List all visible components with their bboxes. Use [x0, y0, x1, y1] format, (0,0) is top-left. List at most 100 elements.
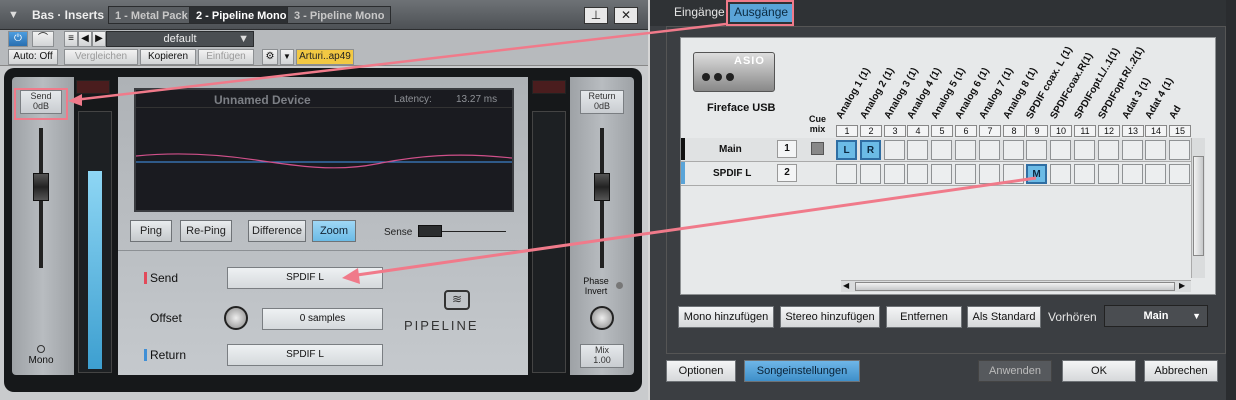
clip-indicator-send: [76, 80, 110, 94]
routing-cell[interactable]: [1003, 164, 1024, 184]
return-fader-handle[interactable]: [594, 173, 610, 201]
routing-cell[interactable]: [1145, 164, 1166, 184]
next-preset-icon[interactable]: ▶: [92, 31, 106, 47]
window-edge: [1226, 0, 1236, 400]
routing-cell[interactable]: [979, 164, 1000, 184]
routing-cell[interactable]: [931, 140, 952, 160]
song-settings-button[interactable]: Songeinstellungen: [744, 360, 860, 382]
reping-button[interactable]: Re-Ping: [180, 220, 232, 242]
routing-cell[interactable]: [1169, 140, 1190, 160]
remove-button[interactable]: Entfernen: [886, 306, 962, 328]
copy-button[interactable]: Kopieren: [140, 49, 196, 65]
column-number-12: 12: [1098, 125, 1120, 137]
sense-slider-track[interactable]: [442, 231, 506, 232]
bypass-icon[interactable]: ⌒: [32, 31, 54, 47]
list-icon[interactable]: ≡: [64, 31, 78, 47]
tab-pipeline-mono-3[interactable]: 3 - Pipeline Mono: [287, 6, 392, 24]
cancel-button[interactable]: Abbrechen: [1144, 360, 1218, 382]
routing-cell[interactable]: [979, 140, 1000, 160]
routing-cell[interactable]: R: [860, 140, 881, 160]
phase-invert-led[interactable]: [616, 282, 623, 289]
scroll-left-icon[interactable]: ◀: [843, 281, 849, 290]
set-default-button[interactable]: Als Standard: [967, 306, 1041, 328]
routing-cell[interactable]: [1098, 164, 1119, 184]
routing-cell[interactable]: [1026, 140, 1047, 160]
routing-cell[interactable]: M: [1026, 164, 1047, 184]
paste-button[interactable]: Einfügen: [198, 49, 254, 65]
row-channels-spdif[interactable]: 2: [777, 164, 797, 182]
scrollbar-thumb-h[interactable]: [855, 282, 1175, 291]
offset-field[interactable]: 0 samples: [262, 308, 383, 330]
return-level-display[interactable]: Return 0dB: [580, 90, 624, 114]
ok-button[interactable]: OK: [1062, 360, 1136, 382]
routing-cell[interactable]: [907, 140, 928, 160]
compare-button[interactable]: Vergleichen: [64, 49, 138, 65]
mix-knob[interactable]: [590, 306, 614, 330]
ping-button[interactable]: Ping: [130, 220, 172, 242]
offset-knob[interactable]: [224, 306, 248, 330]
automation-button[interactable]: Auto: Off: [8, 49, 58, 65]
row-channels-main[interactable]: 1: [777, 140, 797, 158]
routing-cell[interactable]: [955, 164, 976, 184]
row-name-spdif[interactable]: SPDIF L: [713, 168, 751, 179]
routing-cell[interactable]: [907, 164, 928, 184]
inserts-window: ▼ Bas · Inserts 1 - Metal Pack 2 - Pipel…: [0, 0, 648, 400]
offset-label: Offset: [150, 311, 182, 325]
close-icon[interactable]: ✕: [614, 7, 638, 24]
routing-cell[interactable]: [1050, 164, 1071, 184]
tab-metal-pack[interactable]: 1 - Metal Pack: [108, 6, 195, 24]
phase-label: Phase: [583, 276, 609, 286]
mix-display[interactable]: Mix 1.00: [580, 344, 624, 368]
routing-cell[interactable]: [836, 164, 857, 184]
routing-matrix: ASIO Fireface USB Cue mix 1 Analog 1 (1) 2 A…: [680, 37, 1216, 295]
routing-cell[interactable]: [1003, 140, 1024, 160]
column-number-6: 6: [955, 125, 977, 137]
gear-icon[interactable]: ⚙: [262, 49, 278, 65]
routing-cell[interactable]: [884, 140, 905, 160]
chevron-down-icon[interactable]: ▼: [8, 9, 20, 21]
routing-cell[interactable]: [1122, 140, 1143, 160]
power-icon[interactable]: ⏻: [8, 31, 28, 47]
preset-select[interactable]: default ▼: [106, 31, 254, 47]
send-select[interactable]: SPDIF L: [227, 267, 383, 289]
zoom-button[interactable]: Zoom: [312, 220, 356, 242]
routing-cell[interactable]: [1098, 140, 1119, 160]
cue-mix-checkbox[interactable]: [811, 142, 824, 155]
routing-cell[interactable]: [1050, 140, 1071, 160]
tab-pipeline-mono-2[interactable]: 2 - Pipeline Mono: [189, 6, 294, 24]
preview-label: Vorhören: [1048, 310, 1097, 324]
clip-indicator: [532, 80, 566, 94]
options-button[interactable]: Optionen: [666, 360, 736, 382]
routing-cell[interactable]: L: [836, 140, 857, 160]
tab-inputs[interactable]: Eingänge: [670, 4, 729, 22]
horizontal-scrollbar[interactable]: ◀ ▶: [841, 280, 1191, 292]
apply-button[interactable]: Anwenden: [978, 360, 1052, 382]
vertical-scrollbar[interactable]: [1191, 138, 1205, 278]
add-stereo-button[interactable]: Stereo hinzufügen: [780, 306, 880, 328]
routing-cell[interactable]: [955, 140, 976, 160]
column-number-9: 9: [1026, 125, 1048, 137]
routing-cell[interactable]: [1122, 164, 1143, 184]
row-name-main[interactable]: Main: [719, 144, 742, 155]
send-fader-handle[interactable]: [33, 173, 49, 201]
prev-preset-icon[interactable]: ◀: [78, 31, 92, 47]
routing-cell[interactable]: [1074, 140, 1095, 160]
column-number-8: 8: [1003, 125, 1025, 137]
return-select[interactable]: SPDIF L: [227, 344, 383, 366]
routing-cell[interactable]: [1169, 164, 1190, 184]
routing-cell[interactable]: [931, 164, 952, 184]
pin-icon[interactable]: ⊥: [584, 7, 608, 24]
scrollbar-thumb[interactable]: [1193, 156, 1204, 256]
sense-slider-handle[interactable]: [418, 225, 442, 237]
routing-cell[interactable]: [860, 164, 881, 184]
difference-button[interactable]: Difference: [248, 220, 306, 242]
add-mono-button[interactable]: Mono hinzufügen: [678, 306, 774, 328]
routing-cell[interactable]: [1074, 164, 1095, 184]
plugin-name-badge[interactable]: Arturi..ap49: [296, 49, 354, 65]
mono-led[interactable]: [37, 345, 45, 353]
scroll-right-icon[interactable]: ▶: [1179, 281, 1185, 290]
routing-cell[interactable]: [884, 164, 905, 184]
routing-cell[interactable]: [1145, 140, 1166, 160]
chevron-down-icon[interactable]: ▼: [280, 49, 294, 65]
preview-select[interactable]: Main ▼: [1104, 305, 1208, 327]
